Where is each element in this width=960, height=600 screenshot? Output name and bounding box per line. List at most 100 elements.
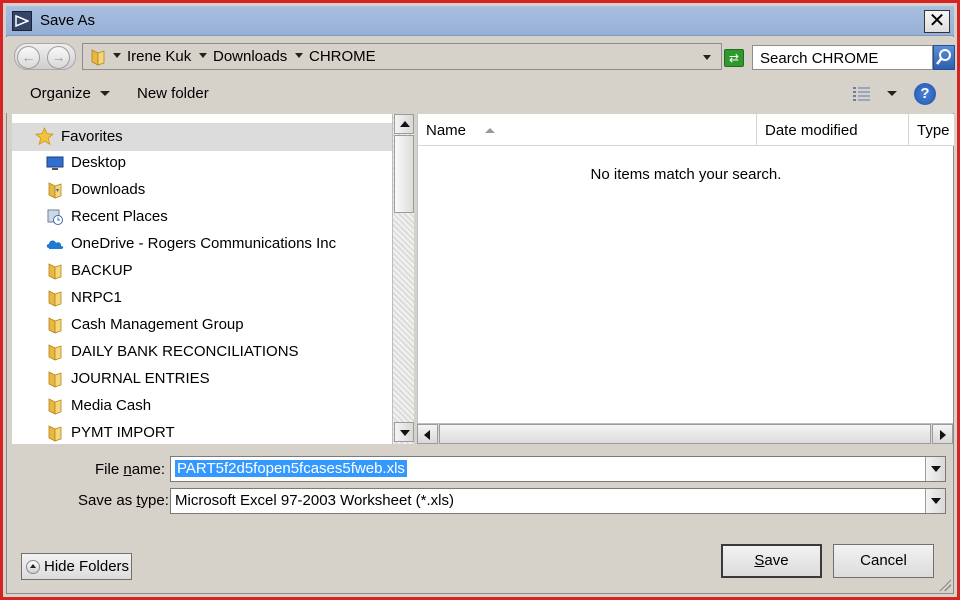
scroll-up-icon [400,121,410,127]
nav-item-cash-management-group[interactable]: Cash Management Group [12,312,392,339]
nav-item-downloads[interactable]: Downloads [12,177,392,204]
breadcrumb-chevron-icon[interactable] [295,53,303,58]
app-icon [12,11,32,31]
scroll-down-button[interactable] [394,422,414,442]
favorites-header[interactable]: Favorites [12,123,392,151]
save-as-dialog: Save As ✕ ← → Irene Kuk Downloads CHROME [0,0,960,600]
column-name[interactable]: Name [418,114,757,146]
address-dropdown-icon[interactable] [703,55,711,60]
onedrive-icon [46,240,64,249]
breadcrumb-chrome[interactable]: CHROME [309,48,376,65]
nav-pane-scrollbar[interactable] [392,114,414,444]
nav-item-label: Desktop [71,154,127,171]
save-type-select[interactable]: Microsoft Excel 97-2003 Worksheet (*.xls… [170,488,946,514]
hide-folders-button[interactable]: Hide Folders [21,553,132,580]
folder-icon [48,398,62,415]
favorites-label: Favorites [61,128,123,145]
scroll-right-icon [940,430,946,440]
view-details-icon[interactable] [852,86,872,102]
nav-item-label: Recent Places [71,208,168,225]
save-type-label: Save as type: [78,492,169,509]
address-bar[interactable]: Irene Kuk Downloads CHROME [82,43,722,70]
search-button[interactable] [933,45,955,70]
title-bar: Save As ✕ [6,6,954,36]
organize-button[interactable]: Organize [30,85,91,102]
refresh-icon: ⇄ [728,51,740,65]
resize-grip-icon[interactable] [939,579,951,591]
nav-item-backup[interactable]: BACKUP [12,258,392,285]
file-pane-hscrollbar[interactable] [417,423,953,444]
nav-item-pymt-import[interactable]: PYMT IMPORT [12,420,392,444]
scroll-left-icon [424,430,430,440]
column-date-label: Date modified [765,122,858,139]
nav-item-onedrive[interactable]: OneDrive - Rogers Communications Inc [12,231,392,258]
nav-item-media-cash[interactable]: Media Cash [12,393,392,420]
breadcrumb-chevron-icon[interactable] [113,53,121,58]
column-header-row: Name Date modified Type [418,114,954,146]
breadcrumb-irene-kuk[interactable]: Irene Kuk [127,48,191,65]
folder-icon [48,425,62,442]
save-type-label-text: Save as [78,492,137,509]
nav-item-label: BACKUP [71,262,133,279]
hscroll-thumb[interactable] [439,424,931,444]
nav-item-journal-entries[interactable]: JOURNAL ENTRIES [12,366,392,393]
column-type[interactable]: Type [909,114,954,146]
column-date-modified[interactable]: Date modified [757,114,909,146]
new-folder-button[interactable]: New folder [137,85,209,102]
refresh-button[interactable]: ⇄ [724,49,744,67]
scroll-left-button[interactable] [417,424,438,444]
view-dropdown-icon[interactable] [887,91,897,96]
folder-icon [48,344,62,361]
save-type-label-text-end: ype: [140,492,169,509]
breadcrumb-downloads[interactable]: Downloads [213,48,287,65]
nav-item-label: Media Cash [71,397,152,414]
folder-icon [48,263,62,280]
nav-item-label: PYMT IMPORT [71,424,175,441]
empty-message: No items match your search. [590,166,782,183]
file-name-dropdown-button[interactable] [925,457,945,481]
scroll-thumb[interactable] [394,135,414,213]
file-name-label-accel: n [123,461,132,478]
file-name-input[interactable]: PART5f2d5fopen5fcases5fweb.xls [170,456,946,482]
hide-folders-label: Hide Folders [44,558,130,575]
cancel-button[interactable]: Cancel [833,544,934,578]
search-input[interactable]: Search CHROME [752,45,933,70]
chevron-down-icon [931,498,941,504]
scroll-up-button[interactable] [394,114,414,134]
nav-item-label: JOURNAL ENTRIES [71,370,210,387]
back-arrow-icon: ← [21,49,36,65]
nav-item-desktop[interactable]: Desktop [12,150,392,177]
save-type-value: Microsoft Excel 97-2003 Worksheet (*.xls… [175,492,454,509]
nav-item-recent-places[interactable]: Recent Places [12,204,392,231]
breadcrumb-chevron-icon[interactable] [199,53,207,58]
scroll-right-button[interactable] [932,424,953,444]
close-icon: ✕ [928,10,946,32]
organize-dropdown-icon[interactable] [100,91,110,96]
save-button[interactable]: Save [721,544,822,578]
nav-item-daily-bank-reconciliations[interactable]: DAILY BANK RECONCILIATIONS [12,339,392,366]
window-title: Save As [40,12,96,29]
save-type-dropdown-button[interactable] [925,489,945,513]
collapse-icon [26,560,40,574]
column-type-label: Type [917,122,950,139]
save-accel: S [754,552,765,569]
folder-icon [48,317,62,334]
scroll-down-icon [400,430,410,436]
save-label: ave [764,552,789,569]
folder-icon [91,49,105,66]
nav-item-label: Downloads [71,181,146,198]
close-button[interactable]: ✕ [924,10,950,33]
forward-button[interactable]: → [47,46,70,69]
back-button[interactable]: ← [17,46,40,69]
nav-buttons: ← → [14,43,76,70]
search-placeholder: Search CHROME [760,50,879,67]
nav-item-label: DAILY BANK RECONCILIATIONS [71,343,299,360]
address-row: ← → Irene Kuk Downloads CHROME ⇄ Search … [6,37,955,75]
folder-icon [48,371,62,388]
file-name-value: PART5f2d5fopen5fcases5fweb.xls [175,460,407,477]
file-list-pane: Name Date modified Type No items match y… [417,114,954,424]
star-icon [35,127,54,146]
help-icon: ? [920,85,930,102]
nav-item-nrpc1[interactable]: NRPC1 [12,285,392,312]
help-button[interactable]: ? [914,83,936,105]
